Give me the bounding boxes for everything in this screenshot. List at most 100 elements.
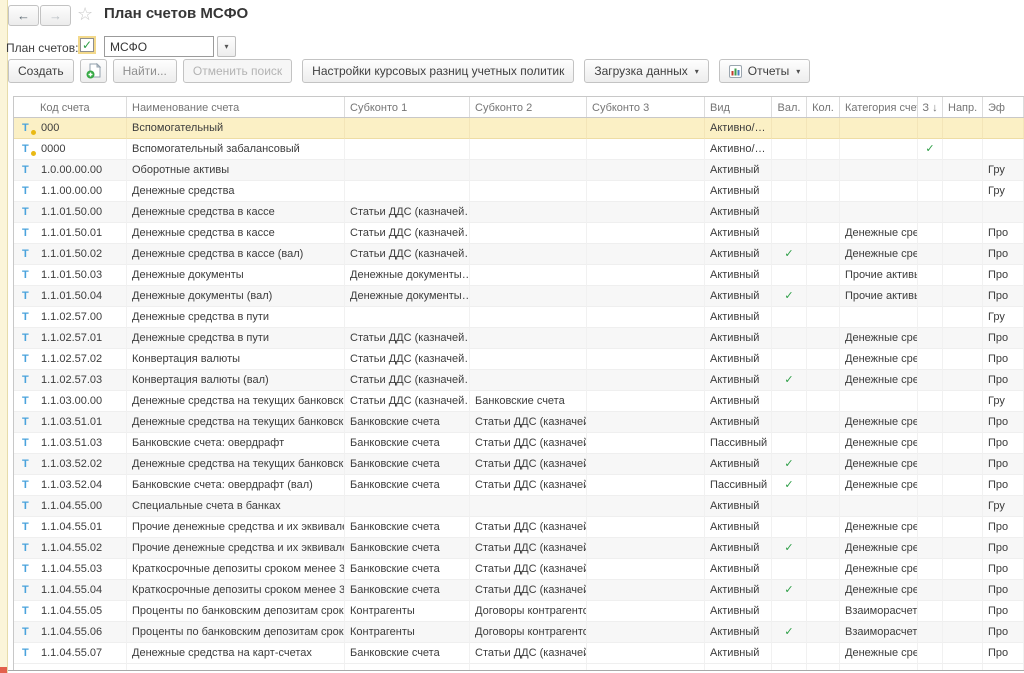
table-row[interactable]: Т1.1.02.57.03Конвертация валюты (вал)Ста… — [14, 370, 1024, 391]
cell-code: Т1.1.03.51.01 — [14, 412, 127, 433]
cell-direction — [943, 265, 983, 286]
table-row[interactable]: Т1.1.02.57.00Денежные средства в путиАкт… — [14, 307, 1024, 328]
cell-effect: Гру — [983, 307, 1024, 328]
cancel-search-button[interactable]: Отменить поиск — [183, 59, 292, 83]
account-t-icon: Т — [22, 584, 33, 597]
column-header-name[interactable]: Наименование счета — [127, 97, 345, 117]
column-header-sub2[interactable]: Субконто 2 — [470, 97, 587, 117]
column-header-effect[interactable]: Эф — [983, 97, 1024, 117]
column-header-currency[interactable]: Вал. — [772, 97, 807, 117]
accounts-table: Код счетаНаименование счетаСубконто 1Суб… — [13, 96, 1024, 670]
cell-effect: Про — [983, 328, 1024, 349]
cell-kind: Активный — [705, 643, 772, 664]
reports-menu-button[interactable]: Отчеты ▾ — [719, 59, 811, 83]
plan-filter-checkbox[interactable]: ✓ — [80, 38, 94, 52]
table-row[interactable]: Т1.1.04.55.04Краткосрочные депозиты срок… — [14, 580, 1024, 601]
cell-sub2: Статьи ДДС (казначей… — [470, 580, 587, 601]
table-row[interactable]: Т1.1.02.57.02Конвертация валютыСтатьи ДД… — [14, 349, 1024, 370]
cell-kind: Активно/… — [705, 139, 772, 160]
account-code: 000 — [41, 122, 59, 134]
table-row[interactable]: Т0000Вспомогательный забалансовыйАктивно… — [14, 139, 1024, 160]
column-header-sub3[interactable]: Субконто 3 — [587, 97, 705, 117]
account-t-icon: Т — [22, 164, 33, 177]
column-header-sub1[interactable]: Субконто 1 — [345, 97, 470, 117]
table-row[interactable]: Т1.1.04.55.02Прочие денежные средства и … — [14, 538, 1024, 559]
cell-name: Денежные средства в кассе — [127, 223, 345, 244]
table-row[interactable]: Т1.1.01.50.02Денежные средства в кассе (… — [14, 244, 1024, 265]
table-row[interactable]: Т1.1.03.00.00Денежные средства на текущи… — [14, 391, 1024, 412]
table-row[interactable]: Т1.1.04.55.05Проценты по банковским депо… — [14, 601, 1024, 622]
table-row[interactable]: Т1.1.04.55.03Краткосрочные депозиты срок… — [14, 559, 1024, 580]
plan-combobox[interactable]: МСФО — [104, 36, 214, 57]
account-t-icon: Т — [22, 521, 33, 534]
cell-quantity — [807, 349, 840, 370]
cell-name: Краткосрочные депозиты сроком менее 3-х … — [127, 559, 345, 580]
cell-category: Денежные сред… — [840, 454, 918, 475]
cell-category — [840, 391, 918, 412]
favorite-star-icon[interactable]: ☆ — [77, 4, 93, 24]
table-row[interactable]: Т1.1.03.51.03Банковские счета: овердрафт… — [14, 433, 1024, 454]
table-row[interactable]: Т1.1.03.52.02Денежные средства на текущи… — [14, 454, 1024, 475]
column-header-quantity[interactable]: Кол. — [807, 97, 840, 117]
account-t-icon: Т — [22, 206, 33, 219]
cell-kind: Активный — [705, 286, 772, 307]
table-row[interactable]: Т1.1.03.51.01Денежные средства на текущи… — [14, 412, 1024, 433]
cell-quantity — [807, 622, 840, 643]
cell-kind: Активный — [705, 391, 772, 412]
cell-sub3 — [587, 622, 705, 643]
cell-sub1: Банковские счета — [345, 559, 470, 580]
cell-code: Т1.1.04.55.00 — [14, 496, 127, 517]
cell-currency: ✓ — [772, 454, 807, 475]
account-code: 1.1.03.52.02 — [41, 458, 102, 470]
cell-sub2: Договоры контрагентов — [470, 622, 587, 643]
cell-sub3 — [587, 433, 705, 454]
find-button[interactable]: Найти... — [113, 59, 177, 83]
table-row[interactable]: Т1.1.04.55.07Денежные средства на карт-с… — [14, 643, 1024, 664]
cell-category — [840, 496, 918, 517]
table-row[interactable]: Т1.1.01.50.04Денежные документы (вал)Ден… — [14, 286, 1024, 307]
cell-offbalance — [918, 328, 943, 349]
account-code: 1.1.04.55.05 — [41, 605, 102, 617]
cell-sub3 — [587, 370, 705, 391]
cell-sub2: Статьи ДДС (казначей… — [470, 517, 587, 538]
cell-quantity — [807, 265, 840, 286]
cell-sub1: Банковские счета — [345, 454, 470, 475]
forward-button[interactable]: → — [40, 5, 71, 26]
table-row[interactable]: Т1.1.01.50.03Денежные документыДенежные … — [14, 265, 1024, 286]
cell-category: Взаиморасчеты… — [840, 622, 918, 643]
table-row[interactable]: Т1.1.04.55.01Прочие денежные средства и … — [14, 517, 1024, 538]
cell-sub2: Статьи ДДС (казначей… — [470, 538, 587, 559]
table-row[interactable]: Т1.1.02.57.01Денежные средства в путиСта… — [14, 328, 1024, 349]
table-row[interactable]: Т1.1.01.50.00Денежные средства в кассеСт… — [14, 202, 1024, 223]
column-header-direction[interactable]: Напр. — [943, 97, 983, 117]
column-header-category[interactable]: Категория счета — [840, 97, 918, 117]
cell-sub1: Банковские счета — [345, 517, 470, 538]
table-row[interactable]: Т1.1.04.55.06Проценты по банковским депо… — [14, 622, 1024, 643]
cell-category: Денежные сред… — [840, 643, 918, 664]
cell-category: Прочие активы/… — [840, 286, 918, 307]
combobox-dropdown-icon[interactable]: ▾ — [217, 36, 236, 57]
fx-rate-settings-button[interactable]: Настройки курсовых разниц учетных полити… — [302, 59, 574, 83]
table-row[interactable]: Т1.0.00.00.00Оборотные активыАктивныйГру — [14, 160, 1024, 181]
back-button[interactable]: ← — [8, 5, 39, 26]
create-button[interactable]: Создать — [8, 59, 74, 83]
cell-currency: ✓ — [772, 580, 807, 601]
table-row[interactable]: Т000ВспомогательныйАктивно/… — [14, 118, 1024, 139]
load-data-menu-button[interactable]: Загрузка данных ▾ — [584, 59, 708, 83]
cell-quantity — [807, 370, 840, 391]
cell-currency: ✓ — [772, 244, 807, 265]
cell-code: Т1.1.01.50.01 — [14, 223, 127, 244]
table-row[interactable]: Т1.1.03.52.04Банковские счета: овердрафт… — [14, 475, 1024, 496]
column-header-kind[interactable]: Вид — [705, 97, 772, 117]
column-header-code[interactable]: Код счета — [14, 97, 127, 117]
cell-code: Т1.1.02.57.03 — [14, 370, 127, 391]
table-row[interactable]: Т1.1.04.55.00Специальные счета в банкахА… — [14, 496, 1024, 517]
create-copy-button[interactable] — [80, 59, 107, 83]
cell-effect: Про — [983, 433, 1024, 454]
table-row[interactable]: Т1.1.01.50.01Денежные средства в кассеСт… — [14, 223, 1024, 244]
cell-direction — [943, 538, 983, 559]
cell-quantity — [807, 328, 840, 349]
column-header-offbalance[interactable]: З ↓ — [918, 97, 943, 117]
table-row[interactable]: Т1.1.00.00.00Денежные средстваАктивныйГр… — [14, 181, 1024, 202]
cell-offbalance — [918, 244, 943, 265]
